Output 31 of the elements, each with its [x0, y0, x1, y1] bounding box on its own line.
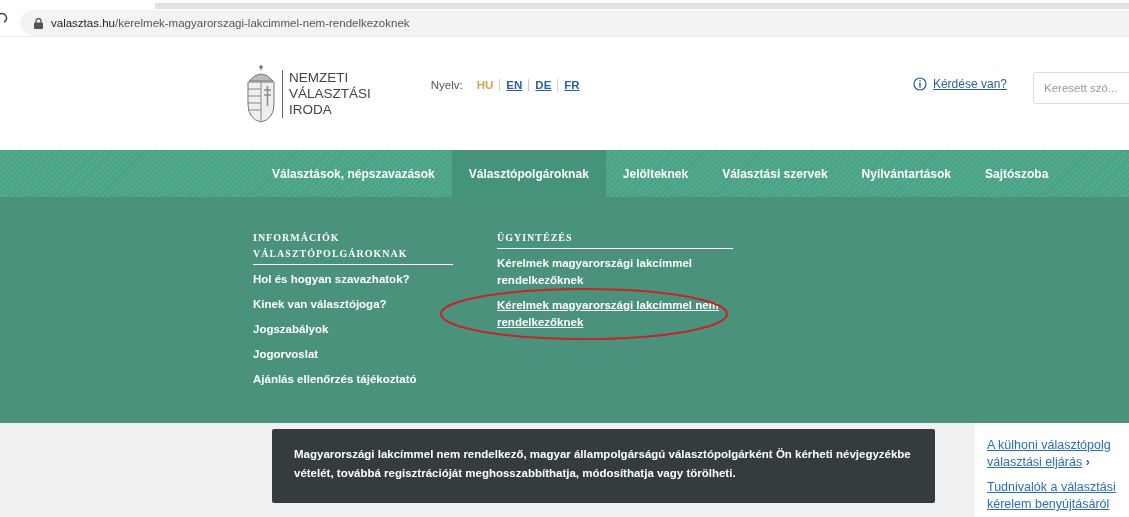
menu-heading: INFORMÁCIÓK VÁLASZTÓPOLGÁROKNAK: [253, 230, 453, 265]
url-text: valasztas.hu/kerelmek-magyarorszagi-lakcimmel-nem-rendelkezoknek: [51, 17, 410, 29]
language-link[interactable]: DE: [528, 79, 558, 91]
menu-link[interactable]: Ajánlás ellenőrzés tájékoztató: [253, 369, 417, 394]
menu-link[interactable]: Kinek van választójoga?: [253, 294, 387, 319]
coat-of-arms-icon[interactable]: [246, 65, 276, 123]
language-link[interactable]: EN: [499, 79, 529, 91]
menu-link[interactable]: Hol és hogyan szavazhatok?: [253, 269, 410, 294]
menu-heading: ÜGYINTÉZÉS: [497, 230, 733, 249]
nav-tab[interactable]: Választások, népszavazások: [255, 150, 452, 197]
lock-icon: [34, 17, 43, 29]
info-icon: [912, 77, 927, 91]
nav-tab[interactable]: Választópolgároknak: [451, 150, 606, 197]
menu-link[interactable]: Jogorvoslat: [253, 344, 319, 369]
language-label: Nyelv:: [430, 79, 463, 91]
nav-tab[interactable]: Választási szervek: [705, 150, 845, 197]
logo-text[interactable]: NEMZETI VÁLASZTÁSI IRODA: [282, 70, 371, 118]
reload-icon[interactable]: [0, 12, 8, 24]
menu-link[interactable]: Kérelmek magyarországi lakcímmel rendelkezőknek: [497, 253, 722, 295]
help-link[interactable]: Kérdése van?: [932, 77, 1007, 91]
intro-text: Magyarországi lakcímmel nem rendelkező, magyar állampolgárságú választópolgárként Ön kérheti névjegyzékbe vételét, továbbá regisztrációját meghosszabbíthatja, módosíthatja vagy törölheti.: [272, 429, 935, 503]
menu-link[interactable]: Jogszabályok: [253, 319, 329, 344]
sidebar-link[interactable]: Tudnivalók a választási kérelem benyújtásáról: [987, 479, 1129, 513]
search-field[interactable]: Keresett szó...: [1033, 72, 1129, 104]
nav-tab[interactable]: Nyilvántartások: [844, 150, 968, 197]
address-bar[interactable]: valasztas.hu/kerelmek-magyarorszagi-lakcimmel-nem-rendelkezoknek: [20, 10, 1129, 36]
sidebar-link[interactable]: A külhoni választópolg választási eljárás ›: [987, 437, 1129, 471]
language-link[interactable]: FR: [557, 79, 586, 91]
language-link[interactable]: HU: [470, 79, 500, 91]
nav-tab[interactable]: Jelölteknek: [605, 150, 706, 197]
nav-tab[interactable]: Sajtószoba: [968, 150, 1066, 197]
